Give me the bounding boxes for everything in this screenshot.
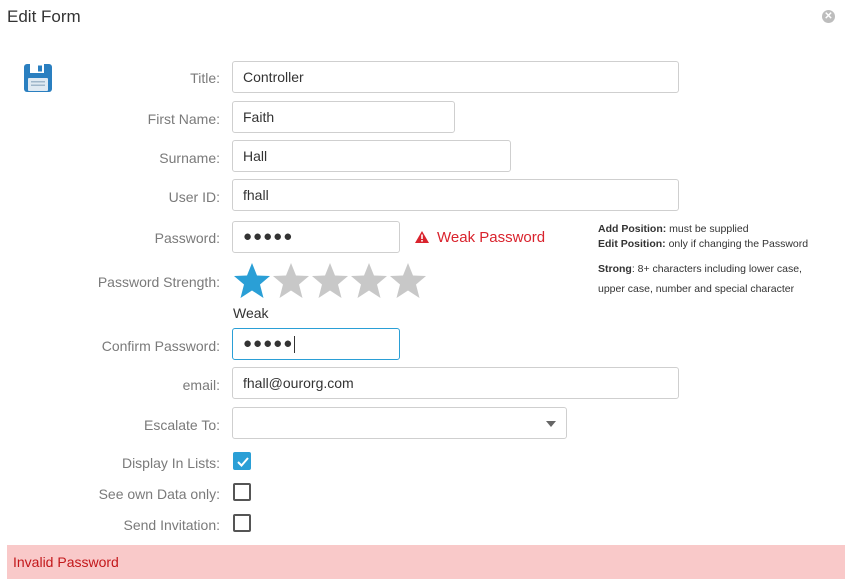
send-invitation-label: Send Invitation: bbox=[123, 517, 220, 533]
surname-input[interactable]: Hall bbox=[232, 140, 511, 172]
password-strength-text: Weak bbox=[233, 305, 269, 321]
error-banner bbox=[7, 545, 845, 579]
first-name-input[interactable]: Faith bbox=[232, 101, 455, 133]
display-in-lists-label: Display In Lists: bbox=[121, 455, 220, 471]
title-input[interactable]: Controller bbox=[232, 61, 679, 93]
confirm-password-input[interactable]: ●●●●● bbox=[232, 328, 400, 360]
user-id-input[interactable]: fhall bbox=[232, 179, 679, 211]
star-empty-icon bbox=[390, 263, 426, 298]
escalate-to-select[interactable] bbox=[232, 407, 567, 439]
weak-password-text: Weak Password bbox=[437, 229, 546, 246]
title-label: Title: bbox=[190, 70, 220, 86]
see-own-data-only-label: See own Data only: bbox=[98, 486, 220, 502]
help-add-position: Add Position: must be supplied bbox=[598, 223, 749, 235]
help-strong-line2: upper case, number and special character bbox=[598, 283, 795, 295]
user-id-label: User ID: bbox=[168, 189, 220, 205]
chevron-down-icon bbox=[546, 421, 556, 427]
send-invitation-checkbox[interactable] bbox=[233, 514, 251, 532]
escalate-to-label: Escalate To: bbox=[143, 417, 220, 433]
email-input[interactable]: fhall@ourorg.com bbox=[232, 367, 679, 399]
star-empty-icon bbox=[351, 263, 387, 298]
checkmark-icon bbox=[237, 457, 249, 467]
text-caret bbox=[294, 335, 296, 353]
surname-label: Surname: bbox=[159, 150, 220, 166]
weak-password-warning: Weak Password bbox=[415, 229, 545, 246]
help-edit-position: Edit Position: only if changing the Pass… bbox=[598, 238, 809, 250]
star-empty-icon bbox=[273, 263, 309, 298]
error-message: Invalid Password bbox=[13, 554, 119, 570]
password-label: Password: bbox=[154, 230, 220, 246]
warning-icon bbox=[415, 231, 429, 243]
password-strength-rating bbox=[233, 262, 428, 302]
password-input[interactable]: ●●●●● bbox=[232, 221, 400, 253]
display-in-lists-checkbox[interactable] bbox=[233, 452, 251, 470]
confirm-password-label: Confirm Password: bbox=[101, 338, 220, 354]
dialog-title: Edit Form bbox=[7, 7, 81, 26]
close-icon[interactable]: ✕ bbox=[822, 10, 835, 23]
password-strength-label: Password Strength: bbox=[97, 274, 220, 290]
see-own-data-only-checkbox[interactable] bbox=[233, 483, 251, 501]
first-name-label: First Name: bbox=[147, 111, 220, 127]
star-filled-icon bbox=[234, 263, 270, 298]
email-label: email: bbox=[182, 377, 220, 393]
star-empty-icon bbox=[312, 263, 348, 298]
help-strong: Strong: 8+ characters including lower ca… bbox=[598, 263, 802, 275]
